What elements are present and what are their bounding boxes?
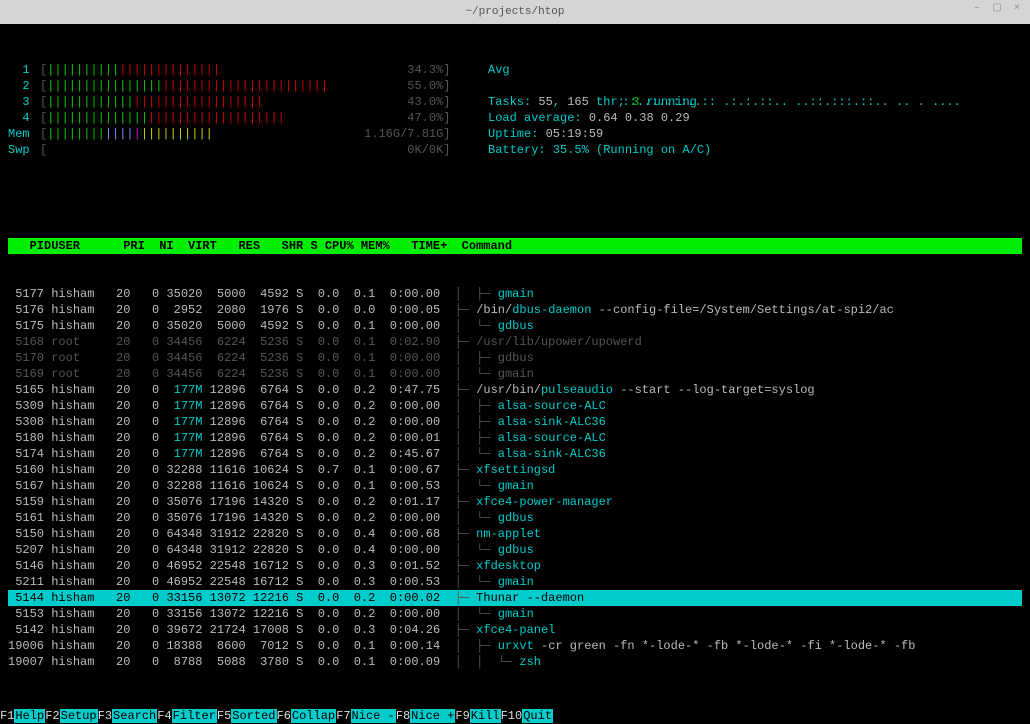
window-title: ~/projects/htop <box>465 6 564 18</box>
process-row[interactable]: 5207 hisham 20 0 64348 31912 22820 S 0.0… <box>8 542 1022 558</box>
info-line-6: Uptime: 05:19:59 <box>488 126 968 142</box>
cpu-meter-3: 3 [|||||||||||||||||||||||||||||| 43.0%] <box>8 94 488 110</box>
process-row[interactable]: 5165 hisham 20 0 177M 12896 6764 S 0.0 0… <box>8 382 1022 398</box>
fkey-f3[interactable]: F3Search <box>98 708 158 724</box>
process-row[interactable]: 5180 hisham 20 0 177M 12896 6764 S 0.0 0… <box>8 430 1022 446</box>
process-row[interactable]: 5167 hisham 20 0 32288 11616 10624 S 0.0… <box>8 478 1022 494</box>
process-row[interactable]: 5170 root 20 0 34456 6224 5236 S 0.0 0.1… <box>8 350 1022 366</box>
fkey-f2[interactable]: F2Setup <box>45 708 97 724</box>
terminal-body: 1 [|||||||||||||||||||||||| 34.3%] 2 [||… <box>0 24 1030 708</box>
fkey-f6[interactable]: F6Collap <box>277 708 337 724</box>
fkey-f5[interactable]: F5Sorted <box>217 708 277 724</box>
maximize-icon[interactable]: ▢ <box>990 2 1004 16</box>
terminal-window: ~/projects/htop – ▢ × 1 [|||||||||||||||… <box>0 0 1030 602</box>
process-row[interactable]: 5161 hisham 20 0 35076 17196 14320 S 0.0… <box>8 510 1022 526</box>
process-row[interactable]: 5146 hisham 20 0 46952 22548 16712 S 0.0… <box>8 558 1022 574</box>
fkey-f8[interactable]: F8Nice + <box>396 708 456 724</box>
info-line-7: Battery: 35.5% (Running on A/C) <box>488 142 968 158</box>
process-row[interactable]: 5308 hisham 20 0 177M 12896 6764 S 0.0 0… <box>8 414 1022 430</box>
process-row[interactable]: 5160 hisham 20 0 32288 11616 10624 S 0.7… <box>8 462 1022 478</box>
process-row[interactable]: 19007 hisham 20 0 8788 5088 3780 S 0.0 0… <box>8 654 1022 670</box>
minimize-icon[interactable]: – <box>970 2 984 16</box>
fkey-f10[interactable]: F10Quit <box>501 708 553 724</box>
fkey-f9[interactable]: F9Kill <box>455 708 500 724</box>
close-icon[interactable]: × <box>1010 2 1024 16</box>
process-row[interactable]: 5211 hisham 20 0 46952 22548 16712 S 0.0… <box>8 574 1022 590</box>
cpu-meter-1: 1 [|||||||||||||||||||||||| 34.3%] <box>8 62 488 78</box>
process-list[interactable]: 5177 hisham 20 0 35020 5000 4592 S 0.0 0… <box>8 286 1022 670</box>
process-row[interactable]: 5175 hisham 20 0 35020 5000 4592 S 0.0 0… <box>8 318 1022 334</box>
process-row[interactable]: 5174 hisham 20 0 177M 12896 6764 S 0.0 0… <box>8 446 1022 462</box>
process-row[interactable]: 5177 hisham 20 0 35020 5000 4592 S 0.0 0… <box>8 286 1022 302</box>
fkey-f1[interactable]: F1Help <box>0 708 45 724</box>
process-header-row[interactable]: PIDUSER PRI NI VIRT RES SHR S CPU% MEM% … <box>8 238 1022 254</box>
process-row[interactable]: 5144 hisham 20 0 33156 13072 12216 S 0.0… <box>8 590 1022 606</box>
process-row[interactable]: 5142 hisham 20 0 39672 21724 17008 S 0.0… <box>8 622 1022 638</box>
process-row[interactable]: 19006 hisham 20 0 18388 8600 7012 S 0.0 … <box>8 638 1022 654</box>
info-line-5: Load average: 0.64 0.38 0.29 <box>488 110 968 126</box>
left-meters: 1 [|||||||||||||||||||||||| 34.3%] 2 [||… <box>8 62 488 158</box>
process-row[interactable]: 5169 root 20 0 34456 6224 5236 S 0.0 0.1… <box>8 366 1022 382</box>
process-row[interactable]: 5150 hisham 20 0 64348 31912 22820 S 0.0… <box>8 526 1022 542</box>
process-row[interactable]: 5168 root 20 0 34456 6224 5236 S 0.0 0.1… <box>8 334 1022 350</box>
right-meters: Avg .. .. . .... ::..:.:::..:: .:.:.::..… <box>488 62 968 158</box>
process-row[interactable]: 5153 hisham 20 0 33156 13072 12216 S 0.0… <box>8 606 1022 622</box>
process-row[interactable]: 5309 hisham 20 0 177M 12896 6764 S 0.0 0… <box>8 398 1022 414</box>
info-line-0: Avg <box>488 62 968 78</box>
window-titlebar: ~/projects/htop – ▢ × <box>0 0 1030 24</box>
function-key-bar: F1HelpF2SetupF3SearchF4FilterF5SortedF6C… <box>0 708 1030 724</box>
fkey-f7[interactable]: F7Nice - <box>336 708 396 724</box>
mem-meter: Mem[||||||||||||||||||||||| 1.16G/7.81G] <box>8 126 488 142</box>
swp-meter: Swp[ 0K/0K] <box>8 142 488 158</box>
fkey-f4[interactable]: F4Filter <box>157 708 217 724</box>
cpu-meter-4: 4 [||||||||||||||||||||||||||||||||| 47.… <box>8 110 488 126</box>
cpu-meter-2: 2 [|||||||||||||||||||||||||||||||||||||… <box>8 78 488 94</box>
process-row[interactable]: 5176 hisham 20 0 2952 2080 1976 S 0.0 0.… <box>8 302 1022 318</box>
info-line-1 <box>488 78 968 94</box>
process-row[interactable]: 5159 hisham 20 0 35076 17196 14320 S 0.0… <box>8 494 1022 510</box>
